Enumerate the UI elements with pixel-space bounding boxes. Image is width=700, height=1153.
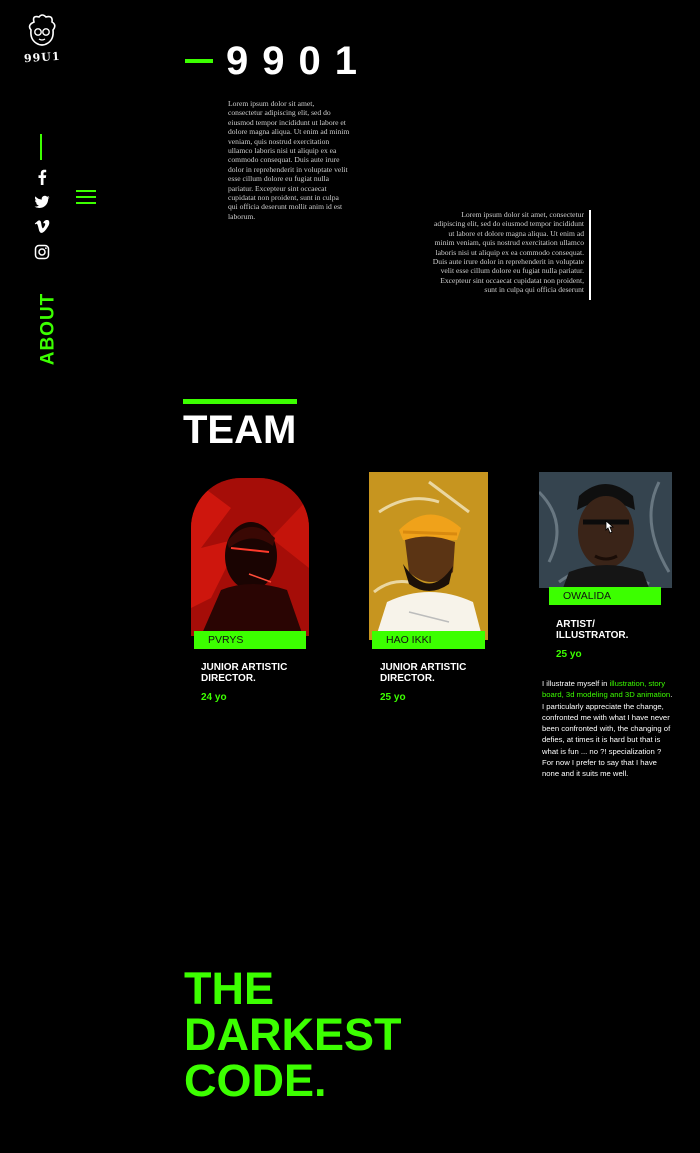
member-name-hao-ikki: HAO IKKI bbox=[372, 631, 485, 649]
member-name-pvrys: PVRYS bbox=[194, 631, 306, 649]
logo-text: 99U1 bbox=[23, 49, 61, 66]
member-age-pvrys: 24 yo bbox=[201, 692, 227, 703]
page-title: 9901 bbox=[226, 39, 371, 83]
tagline-line-3: CODE. bbox=[184, 1055, 327, 1106]
logo-face-icon bbox=[28, 14, 56, 46]
member-bio-owalida: I illustrate myself in illustration, sto… bbox=[542, 678, 674, 780]
vimeo-icon[interactable] bbox=[33, 218, 51, 236]
about-label: ABOUT bbox=[37, 292, 59, 366]
member-role-hao-ikki: JUNIOR ARTISTIC DIRECTOR. bbox=[380, 662, 467, 684]
paragraph-accent-bar bbox=[589, 210, 591, 300]
section-title-team: TEAM bbox=[183, 408, 297, 452]
mouse-cursor-icon bbox=[605, 520, 615, 534]
hero-accent-dash bbox=[185, 59, 213, 63]
nav-about-link[interactable]: ABOUT bbox=[20, 293, 64, 366]
team-accent-bar bbox=[183, 399, 297, 404]
member-portrait-hao-ikki[interactable] bbox=[369, 472, 488, 640]
facebook-icon[interactable] bbox=[33, 168, 51, 186]
member-portrait-pvrys[interactable] bbox=[191, 478, 309, 636]
sidebar-divider bbox=[40, 134, 42, 160]
tagline-heading: THE DARKEST CODE. bbox=[184, 966, 402, 1104]
tagline-line-2: DARKEST bbox=[184, 1009, 402, 1060]
bio-rest-text: . I particularly appreciate the change, … bbox=[542, 690, 673, 779]
member-name-owalida: OWALIDA bbox=[549, 587, 661, 605]
instagram-icon[interactable] bbox=[33, 243, 51, 261]
intro-paragraph: Lorem ipsum dolor sit amet, consectetur … bbox=[228, 99, 350, 221]
bio-intro-text: I illustrate myself in bbox=[542, 679, 610, 688]
secondary-paragraph: Lorem ipsum dolor sit amet, consectetur … bbox=[432, 210, 584, 295]
member-role-owalida: ARTIST/ ILLUSTRATOR. bbox=[556, 619, 629, 641]
member-age-hao-ikki: 25 yo bbox=[380, 692, 406, 703]
twitter-icon[interactable] bbox=[33, 193, 51, 211]
member-role-pvrys: JUNIOR ARTISTIC DIRECTOR. bbox=[201, 662, 288, 684]
brand-logo[interactable]: 99U1 bbox=[22, 14, 64, 74]
menu-hamburger-icon[interactable] bbox=[76, 190, 96, 204]
tagline-line-1: THE bbox=[184, 963, 274, 1014]
member-age-owalida: 25 yo bbox=[556, 649, 582, 660]
